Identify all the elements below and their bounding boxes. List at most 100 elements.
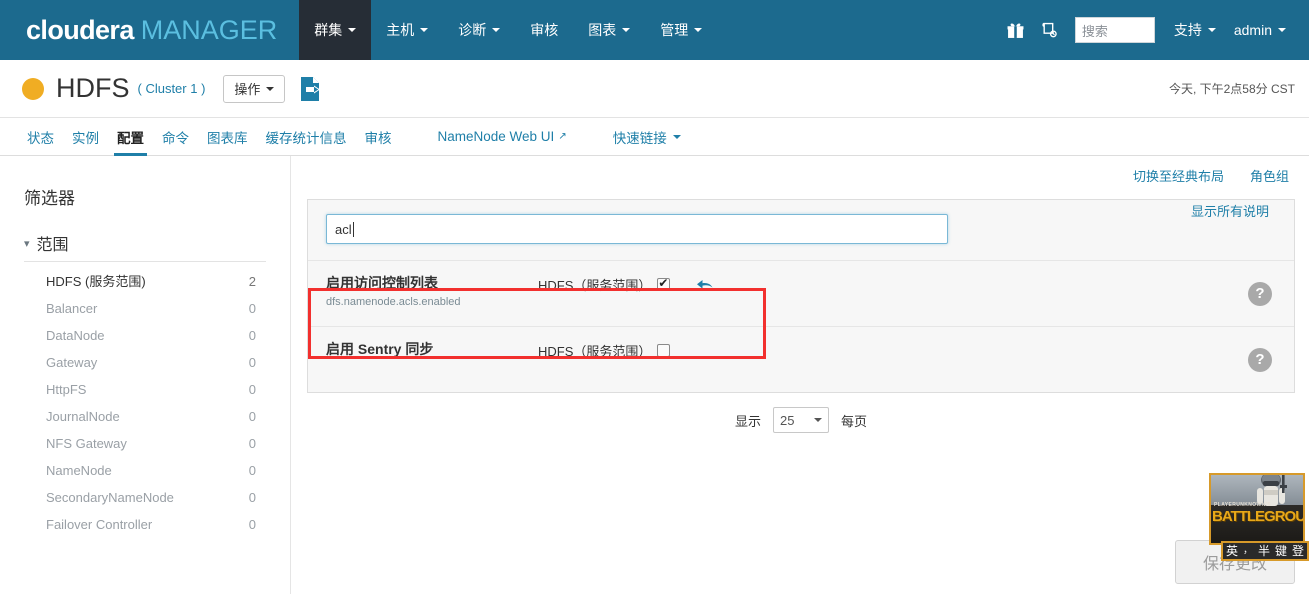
sidebar-item-gateway[interactable]: Gateway 0 — [0, 349, 290, 376]
sidebar-item-count: 0 — [248, 328, 256, 343]
filters-title: 筛选器 — [24, 189, 75, 208]
sidebar-item-namenode[interactable]: NameNode 0 — [0, 457, 290, 484]
parcel-icon[interactable] — [1033, 13, 1067, 47]
chevron-down-icon — [492, 28, 501, 32]
user-menu[interactable]: admin — [1225, 22, 1295, 38]
cluster-link[interactable]: ( Cluster 1 ) — [138, 81, 206, 96]
actions-button[interactable]: 操作 — [223, 74, 286, 103]
help-icon[interactable]: ? — [1248, 347, 1272, 372]
show-all-descriptions-link[interactable]: 显示所有说明 — [1191, 201, 1269, 220]
sidebar-item-failover-controller[interactable]: Failover Controller 0 — [0, 511, 290, 538]
tab-status[interactable]: 状态 — [18, 118, 63, 155]
support-menu[interactable]: 支持 — [1165, 20, 1225, 40]
chevron-down-icon — [1207, 28, 1216, 32]
chevron-down-icon — [672, 134, 681, 139]
config-scope-label: HDFS（服务范围） — [538, 344, 652, 359]
config-row-name: 启用 Sentry 同步 — [326, 340, 538, 362]
menu-item-administration[interactable]: 管理 — [645, 0, 717, 60]
ime-mode-english[interactable]: 英 — [1226, 545, 1238, 557]
configuration-panel: acl 启用访问控制列表 dfs.namenode.acls.enabled H… — [307, 199, 1295, 393]
export-config-icon[interactable] — [299, 75, 323, 103]
pubg-ad-overlay[interactable]: PLAYERUNKNOWN'S BATTLEGROUN — [1209, 473, 1305, 545]
tab-audits[interactable]: 审核 — [356, 118, 401, 155]
sidebar-item-journalnode[interactable]: JournalNode 0 — [0, 403, 290, 430]
config-row-value: HDFS（服务范围） — [538, 340, 671, 360]
sidebar-item-nfs-gateway[interactable]: NFS Gateway 0 — [0, 430, 290, 457]
sidebar-item-secondarynamenode[interactable]: SecondaryNameNode 0 — [0, 484, 290, 511]
tab-quick-links-label: 快速链接 — [612, 130, 667, 146]
page-body: 筛选器 ▾ 范围 HDFS (服务范围) 2 Balancer 0 DataNo… — [0, 156, 1309, 594]
page-size-select[interactable]: 25 — [773, 407, 829, 433]
tab-cache-statistics[interactable]: 缓存统计信息 — [257, 118, 356, 155]
ime-toolbar[interactable]: 英 ， 半 键 登 — [1220, 541, 1309, 561]
sidebar-item-label: JournalNode — [46, 409, 120, 424]
ime-punctuation[interactable]: ， — [1243, 546, 1253, 556]
config-search-input[interactable]: acl — [326, 214, 948, 244]
chevron-down-icon — [1278, 28, 1286, 32]
search-input[interactable]: 搜索 — [1074, 17, 1155, 43]
page-title: HDFS — [56, 73, 130, 103]
revert-icon[interactable] — [696, 278, 714, 292]
sidebar-item-label: Failover Controller — [46, 517, 153, 532]
menu-item-charts[interactable]: 图表 — [573, 0, 645, 60]
chevron-down-icon — [694, 28, 703, 32]
service-tabs: 状态 实例 配置 命令 图表库 缓存统计信息 审核 NameNode Web U… — [0, 118, 1309, 156]
sidebar-item-hdfs-service-wide[interactable]: HDFS (服务范围) 2 — [0, 268, 290, 295]
ime-halfwidth[interactable]: 半 — [1258, 545, 1270, 557]
text-cursor — [352, 221, 354, 237]
brand-primary: cloudera — [26, 14, 134, 45]
config-checkbox[interactable] — [657, 344, 671, 357]
sidebar-item-httpfs[interactable]: HttpFS 0 — [0, 376, 290, 403]
sidebar-item-count: 0 — [248, 436, 256, 451]
search-input-text: 搜索 — [1081, 23, 1108, 39]
configuration-content: 切换至经典布局 角色组 acl 启用访问控制列表 dfs.namenode.ac… — [291, 156, 1309, 594]
top-navigation-bar: cloudera MANAGER 群集 主机 诊断 审核 图表 管理 搜索 支持… — [0, 0, 1309, 60]
config-search-value: acl — [335, 221, 352, 237]
sidebar-item-datanode[interactable]: DataNode 0 — [0, 322, 290, 349]
sidebar-item-count: 0 — [248, 382, 256, 397]
tab-charts-library[interactable]: 图表库 — [198, 118, 257, 155]
page-size-value: 25 — [780, 412, 795, 428]
top-nav-right: 搜索 支持 admin — [999, 0, 1309, 60]
chevron-down-icon — [814, 418, 822, 422]
menu-item-diagnostics-label: 诊断 — [458, 22, 487, 38]
sidebar-item-label: NameNode — [46, 463, 112, 478]
external-link-icon: ↗ — [558, 131, 567, 142]
tab-charts-library-label: 图表库 — [207, 130, 248, 146]
pagination-controls: 显示 25 每页 — [307, 407, 1295, 433]
sidebar-item-count: 0 — [248, 409, 256, 424]
sidebar-item-label: NFS Gateway — [46, 436, 127, 451]
filter-section-scope[interactable]: ▾ 范围 — [24, 231, 266, 262]
chevron-down-icon: ▾ — [24, 237, 30, 250]
tab-instances[interactable]: 实例 — [63, 118, 108, 155]
main-menu: 群集 主机 诊断 审核 图表 管理 — [299, 0, 717, 60]
sidebar-item-balancer[interactable]: Balancer 0 — [0, 295, 290, 322]
ime-keyboard[interactable]: 键 — [1275, 545, 1287, 557]
switch-to-classic-layout-link[interactable]: 切换至经典布局 — [1133, 166, 1224, 185]
menu-item-hosts[interactable]: 主机 — [371, 0, 443, 60]
cloudera-logo[interactable]: cloudera MANAGER — [0, 0, 299, 60]
tab-configuration[interactable]: 配置 — [108, 118, 153, 156]
tab-commands[interactable]: 命令 — [153, 118, 198, 155]
filter-section-scope-label: 范围 — [36, 237, 69, 254]
gift-icon[interactable] — [999, 13, 1033, 47]
role-groups-link[interactable]: 角色组 — [1250, 166, 1289, 185]
filters-sidebar: 筛选器 ▾ 范围 HDFS (服务范围) 2 Balancer 0 DataNo… — [0, 156, 291, 594]
sidebar-item-count: 0 — [248, 301, 256, 316]
chevron-down-icon — [266, 86, 275, 91]
menu-item-audits[interactable]: 审核 — [515, 0, 573, 60]
config-row-acls-enabled: 启用访问控制列表 dfs.namenode.acls.enabled HDFS（… — [308, 260, 1294, 326]
sidebar-item-count: 2 — [248, 274, 256, 289]
ime-login[interactable]: 登 — [1292, 545, 1304, 557]
sidebar-item-count: 0 — [248, 355, 256, 370]
chevron-down-icon — [622, 28, 631, 32]
config-checkbox[interactable] — [657, 276, 671, 291]
tab-namenode-web-ui-label: NameNode Web UI — [437, 129, 555, 144]
help-icon[interactable]: ? — [1248, 281, 1272, 306]
ad-title-main: BATTLEGROUN — [1212, 507, 1305, 525]
menu-item-clusters[interactable]: 群集 — [299, 0, 372, 60]
tab-audits-label: 审核 — [364, 130, 392, 146]
tab-quick-links[interactable]: 快速链接 — [604, 118, 690, 155]
menu-item-diagnostics[interactable]: 诊断 — [443, 0, 515, 60]
tab-namenode-web-ui[interactable]: NameNode Web UI ↗ — [429, 118, 576, 155]
